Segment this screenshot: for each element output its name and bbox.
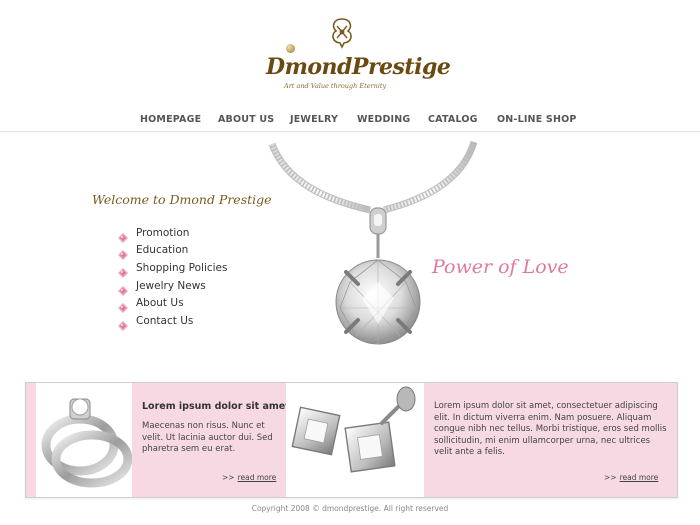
welcome-heading: Welcome to Dmond Prestige [92, 192, 272, 207]
wedding-rings-image [36, 383, 133, 497]
main-nav: HOMEPAGE ABOUT US JEWELRY WEDDING CATALO… [0, 110, 700, 132]
diamond-bullet-icon [118, 228, 128, 243]
nav-item-online-shop[interactable]: ON-LINE SHOP [497, 114, 577, 125]
read-more-label: read more [619, 473, 659, 482]
footer-copyright: Copyright 2008 © dmondprestige. All righ… [251, 504, 449, 513]
menu-item-label: Jewelry News [136, 279, 206, 292]
arrows-icon: >> [222, 473, 235, 482]
logo-gem-icon [286, 44, 295, 53]
earring-icon [291, 386, 416, 473]
logo-emblem-icon [332, 18, 352, 49]
menu-item-education[interactable]: Education [118, 242, 228, 261]
ring-icon [41, 398, 133, 488]
menu-item-about-us[interactable]: About Us [118, 294, 228, 314]
feature-left-text: Maecenas non risus. Nunc et velit. Ut la… [142, 421, 273, 454]
menu-item-label: Education [136, 244, 189, 257]
feature-panel: Lorem ipsum dolor sit amet Maecenas non … [25, 382, 678, 498]
menu-item-label: Shopping Policies [136, 261, 228, 274]
read-more-link-left[interactable]: >> read more [222, 473, 276, 482]
brand-name: DmondPrestige [266, 54, 451, 80]
feature-left-title: Lorem ipsum dolor sit amet [142, 401, 290, 412]
diamond-earrings-image [286, 383, 424, 497]
menu-item-label: About Us [136, 297, 184, 310]
diamond-bullet-icon [118, 298, 128, 314]
menu-item-promotion[interactable]: Promotion [118, 224, 228, 243]
read-more-link-right[interactable]: >> read more [604, 473, 658, 482]
diamond-bullet-icon [118, 281, 128, 296]
menu-item-label: Promotion [136, 226, 190, 239]
menu-item-label: Contact Us [136, 314, 194, 327]
diamond-bullet-icon [118, 245, 128, 261]
nav-item-catalog[interactable]: CATALOG [428, 114, 478, 125]
nav-item-jewelry[interactable]: JEWELRY [290, 114, 338, 125]
read-more-label: read more [237, 473, 277, 482]
diamond-bullet-icon [118, 263, 128, 278]
menu-item-contact-us[interactable]: Contact Us [118, 312, 228, 331]
logo[interactable]: DmondPrestige Art and Value through Eter… [262, 16, 451, 96]
arrows-icon: >> [604, 473, 617, 482]
nav-item-wedding[interactable]: WEDDING [357, 114, 410, 125]
nav-item-about-us[interactable]: ABOUT US [218, 114, 274, 125]
diamond-pendant-image [268, 140, 478, 345]
side-menu: Promotion Education Shopping Policies Je… [118, 224, 228, 331]
diamond-bullet-icon [118, 316, 128, 331]
brand-tagline: Art and Value through Eternity [284, 82, 387, 90]
feature-right-text: Lorem ipsum dolor sit amet, consectetuer… [434, 401, 667, 457]
menu-item-shopping-policies[interactable]: Shopping Policies [118, 259, 228, 278]
hero-section: Welcome to Dmond Prestige Promotion Educ… [0, 132, 700, 372]
slogan-text: Power of Love [432, 256, 569, 278]
nav-item-homepage[interactable]: HOMEPAGE [140, 114, 201, 125]
menu-item-jewelry-news[interactable]: Jewelry News [118, 277, 228, 296]
